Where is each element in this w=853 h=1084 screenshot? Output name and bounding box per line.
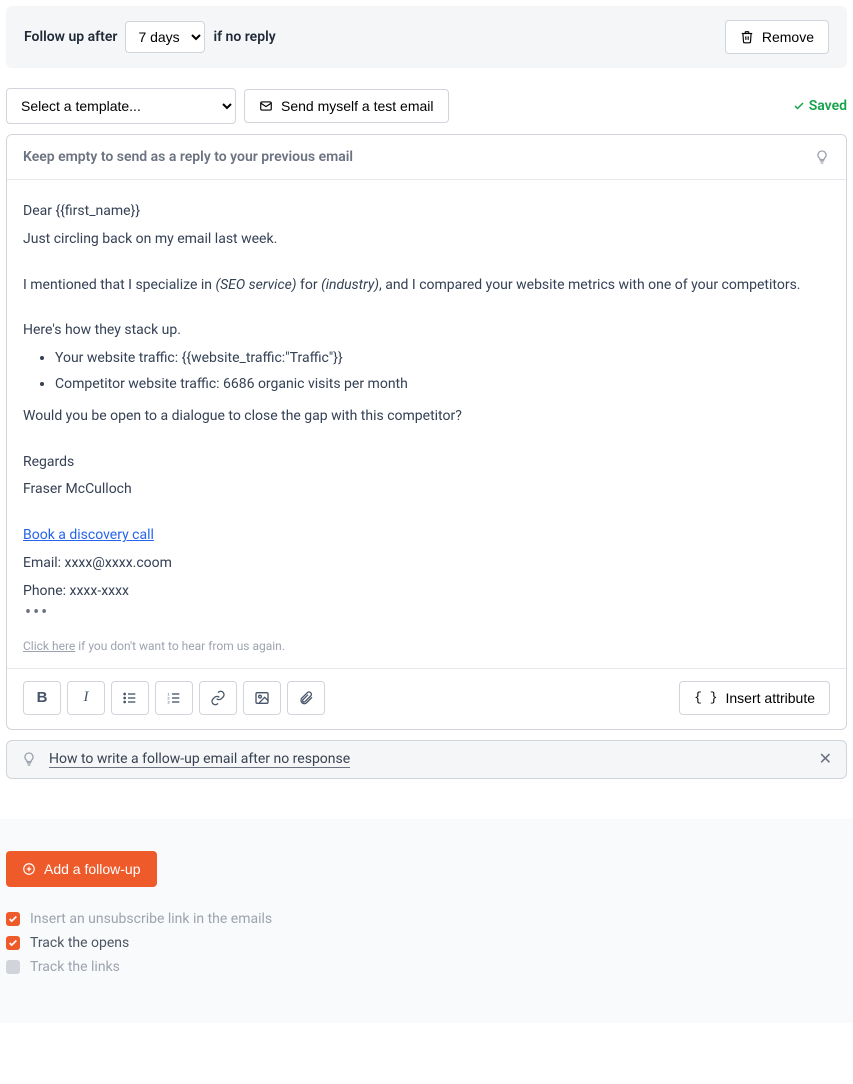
paragraph1: I mentioned that I specialize in (SEO se…: [23, 274, 830, 298]
checkbox-icon: [6, 960, 20, 974]
unsubscribe-line: Click here if you don't want to hear fro…: [23, 636, 830, 656]
add-followup-button[interactable]: Add a follow-up: [6, 851, 157, 887]
followup-suffix-label: if no reply: [213, 29, 275, 45]
italic-button[interactable]: I: [67, 681, 105, 715]
followup-days-select[interactable]: 7 days: [125, 21, 205, 53]
checkbox-links-label: Track the links: [30, 959, 120, 975]
bold-icon: B: [37, 689, 48, 706]
checkbox-opens-label: Track the opens: [30, 935, 129, 951]
image-icon: [254, 690, 270, 706]
saved-indicator: Saved: [793, 98, 847, 114]
bold-button[interactable]: B: [23, 681, 61, 715]
bullet1: Your website traffic: {{website_traffic:…: [55, 347, 830, 371]
plus-circle-icon: [22, 862, 36, 876]
checkbox-icon: [6, 912, 20, 926]
greeting-line: Dear {{first_name}}: [23, 200, 830, 224]
checkbox-icon: [6, 936, 20, 950]
image-button[interactable]: [243, 681, 281, 715]
bullet2: Competitor website traffic: 6686 organic…: [55, 373, 830, 397]
controls-row: Select a template... Send myself a test …: [6, 88, 847, 124]
followup-left-group: Follow up after 7 days if no reply: [24, 21, 276, 53]
remove-button[interactable]: Remove: [725, 20, 829, 54]
bullet-list-icon: [122, 690, 138, 706]
followup-prefix-label: Follow up after: [24, 29, 117, 45]
line5: Would you be open to a dialogue to close…: [23, 405, 830, 429]
link-icon: [210, 690, 226, 706]
braces-icon: { }: [694, 690, 717, 705]
link-button[interactable]: [199, 681, 237, 715]
email-body[interactable]: Dear {{first_name}} Just circling back o…: [7, 180, 846, 668]
attachment-button[interactable]: [287, 681, 325, 715]
svg-text:3: 3: [167, 699, 170, 704]
send-test-email-label: Send myself a test email: [281, 98, 434, 114]
lightbulb-icon[interactable]: [814, 149, 830, 165]
followup-settings-bar: Follow up after 7 days if no reply Remov…: [6, 6, 847, 68]
envelope-icon: [259, 99, 273, 113]
send-test-email-button[interactable]: Send myself a test email: [244, 89, 449, 123]
italic-icon: I: [84, 689, 89, 706]
checkbox-unsub-label: Insert an unsubscribe link in the emails: [30, 911, 272, 927]
check-icon: [793, 100, 805, 112]
regards: Regards: [23, 451, 830, 475]
tip-link[interactable]: How to write a follow-up email after no …: [49, 751, 350, 768]
email-line: Email: xxxx@xxxx.coom: [23, 552, 830, 576]
trash-icon: [740, 30, 754, 44]
subject-row[interactable]: Keep empty to send as a reply to your pr…: [7, 135, 846, 180]
insert-attribute-button[interactable]: { } Insert attribute: [679, 681, 830, 715]
paperclip-icon: [298, 690, 314, 706]
phone-line: Phone: xxxx-xxxx: [23, 580, 830, 604]
remove-button-label: Remove: [762, 29, 814, 45]
template-select[interactable]: Select a template...: [6, 88, 236, 124]
ordered-list-button[interactable]: 123: [155, 681, 193, 715]
insert-attribute-label: Insert attribute: [726, 690, 816, 706]
line2: Just circling back on my email last week…: [23, 228, 830, 252]
numbered-list-icon: 123: [166, 690, 182, 706]
tip-bar: How to write a follow-up email after no …: [6, 740, 847, 779]
footer-section: Add a follow-up Insert an unsubscribe li…: [0, 819, 853, 1023]
unordered-list-button[interactable]: [111, 681, 149, 715]
lightbulb-icon: [21, 751, 37, 767]
unsub-click-here[interactable]: Click here: [23, 639, 75, 653]
checkbox-unsub-row[interactable]: Insert an unsubscribe link in the emails: [6, 911, 847, 927]
subject-placeholder: Keep empty to send as a reply to your pr…: [23, 149, 353, 165]
email-editor-card: Keep empty to send as a reply to your pr…: [6, 134, 847, 730]
ellipsis-dots: •••: [23, 608, 830, 618]
close-tip-button[interactable]: ✕: [819, 751, 832, 767]
line4: Here's how they stack up.: [23, 319, 830, 343]
discovery-link[interactable]: Book a discovery call: [23, 527, 154, 543]
saved-label: Saved: [809, 98, 847, 114]
checkbox-opens-row[interactable]: Track the opens: [6, 935, 847, 951]
add-followup-label: Add a follow-up: [44, 861, 141, 877]
checkbox-links-row[interactable]: Track the links: [6, 959, 847, 975]
signature-name: Fraser McCulloch: [23, 478, 830, 502]
editor-toolbar: B I 123 { } Insert attribute: [7, 668, 846, 729]
